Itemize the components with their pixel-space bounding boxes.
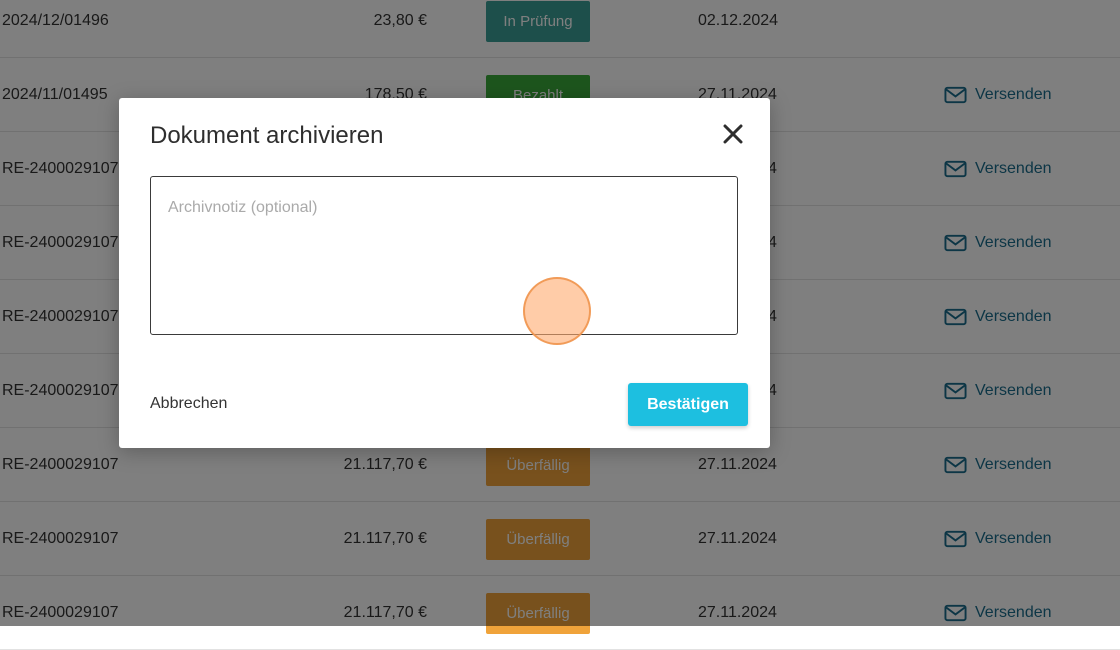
archive-note-input[interactable] <box>150 176 738 335</box>
archive-dialog: Dokument archivieren Abbrechen Bestätige… <box>119 98 770 448</box>
close-icon <box>723 124 743 144</box>
confirm-button[interactable]: Bestätigen <box>628 383 748 426</box>
cancel-button[interactable]: Abbrechen <box>150 395 227 413</box>
dialog-title: Dokument archivieren <box>150 122 384 149</box>
click-indicator <box>523 277 591 345</box>
close-button[interactable] <box>719 120 747 148</box>
